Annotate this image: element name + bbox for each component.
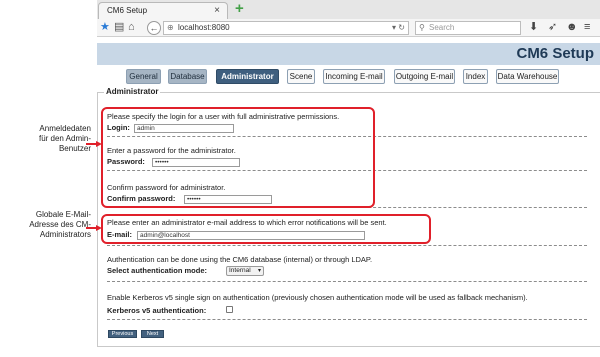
reload-icon[interactable]: ▾ ↻ <box>392 22 405 34</box>
tab-database[interactable]: Database <box>168 69 207 84</box>
note-admin-credentials: Anmeldedaten für den Admin- Benutzer <box>39 124 91 154</box>
tab-outgoing-email[interactable]: Outgoing E-mail <box>394 69 455 84</box>
globe-icon: ⊕ <box>167 23 174 32</box>
auth-mode-value: Internal <box>229 267 251 274</box>
chevron-down-icon: ▾ <box>257 268 261 274</box>
browser-tab-title: CM6 Setup <box>107 6 148 15</box>
section-legend: Administrator <box>104 87 161 96</box>
bookmark-star-icon[interactable]: ★ <box>100 20 110 35</box>
note-line: Globale E-Mail- <box>35 210 91 219</box>
previous-button[interactable]: Previous <box>108 330 137 338</box>
note-line: Anmeldedaten <box>39 124 91 133</box>
arrow-head-icon <box>96 140 102 147</box>
arrow-head-icon <box>96 224 102 231</box>
next-button[interactable]: Next <box>141 330 164 338</box>
url-bar[interactable]: ⊕ localhost:8080 ▾ ↻ <box>163 21 409 35</box>
divider <box>107 245 587 246</box>
tab-data-warehouse[interactable]: Data Warehouse <box>496 69 559 84</box>
new-tab-icon[interactable]: + <box>235 1 244 17</box>
note-admin-email: Globale E-Mail- Adresse des CM- Administ… <box>29 210 91 240</box>
tab-general[interactable]: General <box>126 69 161 84</box>
back-arrow-icon[interactable]: ← <box>147 21 161 35</box>
note-line: Administrators <box>39 230 91 239</box>
auth-mode-label: Select authentication mode: <box>107 266 208 275</box>
tab-incoming-email[interactable]: Incoming E-mail <box>323 69 385 84</box>
kerberos-checkbox[interactable] <box>226 306 233 313</box>
download-icon[interactable]: ⬇ <box>529 20 538 35</box>
auth-mode-select[interactable]: Internal ▾ <box>226 266 264 276</box>
page-header: CM6 Setup <box>97 43 600 65</box>
tab-scene[interactable]: Scene <box>287 69 315 84</box>
browser-navbar: ★ ▤ ⌂ ← ⊕ localhost:8080 ▾ ↻ ⚲ Search ⬇ … <box>97 19 600 37</box>
note-line: für den Admin- <box>38 134 91 143</box>
arrow-line <box>86 227 96 229</box>
note-line: Adresse des CM- <box>29 220 91 229</box>
clipboard-icon[interactable]: ▤ <box>114 20 124 35</box>
page-title: CM6 Setup <box>516 45 594 62</box>
kerberos-intro: Enable Kerberos v5 single sign on authen… <box>107 293 528 302</box>
send-icon[interactable]: ➶ <box>548 20 557 35</box>
tab-administrator[interactable]: Administrator <box>216 69 279 84</box>
url-text: localhost:8080 <box>178 23 230 32</box>
admin-email-highlight <box>101 214 431 244</box>
search-icon: ⚲ <box>419 23 425 32</box>
admin-credentials-highlight <box>101 107 375 208</box>
chat-icon[interactable]: ☻ <box>566 20 578 35</box>
divider <box>107 319 587 320</box>
browser-tab[interactable]: CM6 Setup × <box>98 2 228 19</box>
auth-intro: Authentication can be done using the CM6… <box>107 255 373 264</box>
home-icon[interactable]: ⌂ <box>128 20 135 35</box>
search-input[interactable]: ⚲ Search <box>415 21 521 35</box>
divider <box>107 281 587 282</box>
search-placeholder: Search <box>429 23 455 32</box>
tab-index[interactable]: Index <box>463 69 488 84</box>
kerberos-label: Kerberos v5 authentication: <box>107 306 207 315</box>
browser-tab-strip: CM6 Setup × + <box>97 0 600 19</box>
menu-icon[interactable]: ≡ <box>584 20 590 35</box>
note-line: Benutzer <box>58 144 91 153</box>
arrow-line <box>86 143 96 145</box>
close-tab-icon[interactable]: × <box>214 3 220 18</box>
